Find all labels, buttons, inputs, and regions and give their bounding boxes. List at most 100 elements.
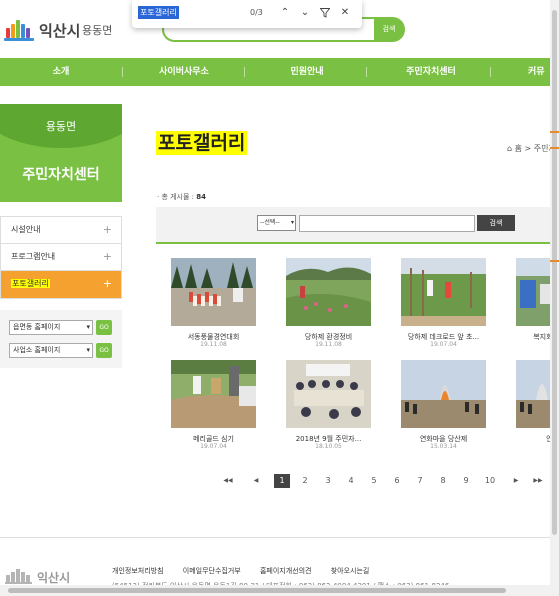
page-link[interactable]: 4 (343, 474, 359, 488)
vertical-scrollbar[interactable] (550, 0, 559, 596)
gallery-item[interactable]: 연화마을 당산제 15.03.14 (386, 354, 486, 454)
plus-icon: + (102, 223, 112, 236)
search-category-select[interactable]: --선택-- ▾ (257, 215, 296, 231)
chevron-down-icon: ▾ (86, 323, 90, 331)
sidebar-item-facilities[interactable]: 시설안내 + (1, 217, 121, 244)
sidebar-title: 주민자치센터 (22, 167, 100, 183)
page-link[interactable]: 9 (458, 474, 474, 488)
nav-item-intro[interactable]: 소개 (12, 58, 110, 86)
gallery-date: 19.11.08 (315, 341, 342, 348)
horizontal-scrollbar[interactable] (0, 585, 550, 596)
gallery-thumbnail[interactable] (286, 360, 371, 428)
gallery-date: 19.07.04 (200, 443, 227, 450)
prev-page-icon[interactable]: ◀ (248, 474, 264, 488)
sidebar-item-label: 포토갤러리 (11, 279, 50, 288)
footer-link-email-refusal[interactable]: 이메일무단수집거부 (183, 567, 241, 575)
gallery-item[interactable]: 서동풍물경연대회 19.11.08 (156, 252, 256, 352)
total-posts-label: · 총 게시물 : (157, 193, 197, 201)
page-link[interactable]: 3 (320, 474, 336, 488)
sidebar-item-label: 프로그램안내 (11, 252, 56, 261)
logo-city-name: 익산시 (39, 22, 81, 40)
find-previous-icon[interactable]: ⌃ (278, 5, 292, 21)
page-link[interactable]: 7 (412, 474, 428, 488)
total-posts-count: 84 (196, 193, 206, 201)
next-page-icon[interactable]: ▶ (508, 474, 524, 488)
find-match-marker (550, 260, 559, 262)
footer-links: 개인정보처리방침 이메일무단수집거부 홈페이지개선의견 찾아오시는길 (112, 566, 386, 576)
pagination: ◀◀ ◀ 1 2 3 4 5 6 7 8 9 10 ▶ ▶▶ (220, 474, 550, 488)
page-link[interactable]: 1 (274, 474, 290, 488)
page-title: 포토갤러리 (156, 131, 248, 155)
gallery-thumbnail[interactable] (401, 360, 486, 428)
gallery-item[interactable]: 2018년 9월 주민자... 18.10.05 (271, 354, 371, 454)
sidebar-item-photo-gallery[interactable]: 포토갤러리 + (1, 271, 121, 298)
plus-icon: + (102, 277, 112, 290)
gallery-thumbnail[interactable] (286, 258, 371, 326)
town-homepage-go-button[interactable]: GO (96, 320, 112, 335)
office-homepage-go-button[interactable]: GO (96, 343, 112, 358)
sidebar-item-programs[interactable]: 프로그램안내 + (1, 244, 121, 271)
gallery-date: 19.11.08 (200, 341, 227, 348)
page-link[interactable]: 5 (366, 474, 382, 488)
sidebar-header: 용동면 주민자치센터 (0, 104, 122, 202)
total-posts: · 총 게시물 : 84 (157, 192, 206, 202)
find-input[interactable]: 포토갤러리 (138, 6, 179, 19)
sidebar-links: 읍면동 홈페이지 ▾ GO 사업소 홈페이지 ▾ GO (0, 310, 122, 368)
search-category-label: --선택-- (260, 219, 280, 226)
gallery-item[interactable]: 당하제 환경정비 19.11.08 (271, 252, 371, 352)
photo-gallery-grid: 서동풍물경연대회 19.11.08 당하제 환경정비 19.11.08 당하제 … (156, 252, 559, 462)
nav-item-civil-info[interactable]: 민원안내 (258, 58, 356, 86)
sidebar-menu: 시설안내 + 프로그램안내 + 포토갤러리 + (0, 216, 122, 299)
gallery-item[interactable]: 메리골드 심기 19.07.04 (156, 354, 256, 454)
gallery-date: 15.03.14 (430, 443, 457, 450)
page-link[interactable]: 10 (482, 474, 498, 488)
page-link[interactable]: 6 (389, 474, 405, 488)
first-page-icon[interactable]: ◀◀ (220, 474, 236, 488)
footer-link-feedback[interactable]: 홈페이지개선의견 (260, 567, 312, 575)
office-homepage-select-label: 사업소 홈페이지 (13, 346, 61, 354)
horizontal-scrollbar-thumb[interactable] (8, 588, 506, 593)
board-search-button[interactable]: 검색 (477, 215, 515, 231)
page-link[interactable]: 8 (435, 474, 451, 488)
gallery-item[interactable]: 당하제 데크로드 앞 초... 19.07.04 (386, 252, 486, 352)
gallery-thumbnail[interactable] (171, 360, 256, 428)
footer-link-directions[interactable]: 찾아오시는길 (331, 567, 370, 575)
find-match-count: 0/3 (250, 8, 263, 17)
sidebar-item-label: 시설안내 (11, 225, 41, 234)
logo-dong-name: 용동면 (82, 24, 113, 37)
gallery-thumbnail[interactable] (401, 258, 486, 326)
gallery-date: 18.10.05 (315, 443, 342, 450)
office-homepage-select[interactable]: 사업소 홈페이지 ▾ (9, 343, 93, 358)
plus-icon: + (102, 250, 112, 263)
find-close-icon[interactable]: ✕ (338, 5, 352, 21)
footer-logo-mark-icon (5, 569, 32, 584)
chevron-down-icon: ▾ (290, 219, 294, 226)
site-search-button[interactable]: 검색 (374, 18, 404, 41)
footer-logo: 익산시 (3, 567, 83, 587)
breadcrumb: ⌂ 홈 > 주민자 (507, 143, 556, 154)
home-icon[interactable]: ⌂ (507, 144, 512, 153)
footer-city-name: 익산시 (37, 571, 71, 585)
main-nav: 소개 사이버사무소 민원안내 주민자치센터 커뮤 (0, 58, 559, 86)
vertical-scrollbar-thumb[interactable] (552, 10, 557, 535)
nav-item-cyber-office[interactable]: 사이버사무소 (135, 58, 233, 86)
find-match-marker (550, 131, 559, 133)
find-next-icon[interactable]: ⌄ (298, 5, 312, 21)
find-match-marker (550, 147, 559, 149)
nav-item-resident-center[interactable]: 주민자치센터 (381, 58, 481, 86)
board-search-bar: --선택-- ▾ 검색 (156, 207, 559, 244)
gallery-thumbnail[interactable] (171, 258, 256, 326)
board-search-input[interactable] (299, 215, 475, 232)
city-logo-mark-icon (2, 16, 36, 44)
last-page-icon[interactable]: ▶▶ (530, 474, 546, 488)
page-link[interactable]: 2 (297, 474, 313, 488)
city-logo[interactable]: 익산시 용동면 (2, 16, 122, 44)
footer-link-privacy[interactable]: 개인정보처리방침 (112, 567, 164, 575)
sidebar-dong-name: 용동면 (45, 120, 77, 133)
find-in-page-bar: 포토갤러리 0/3 ⌃ ⌄ ✕ (132, 0, 362, 28)
chevron-down-icon: ▾ (86, 346, 90, 354)
town-homepage-select-label: 읍면동 홈페이지 (13, 323, 61, 331)
gallery-date: 19.07.04 (430, 341, 457, 348)
town-homepage-select[interactable]: 읍면동 홈페이지 ▾ (9, 320, 93, 335)
find-filter-icon[interactable] (318, 5, 332, 21)
